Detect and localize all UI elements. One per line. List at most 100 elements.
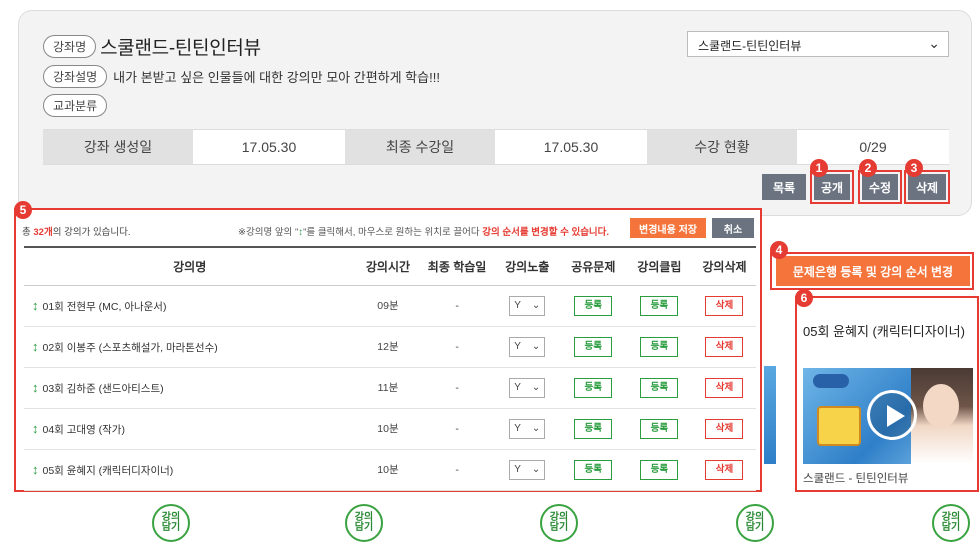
delete-cell: 삭제 <box>692 367 756 409</box>
exposure-cell: Y ⌄ <box>493 408 561 450</box>
delete-cell: 삭제 <box>692 408 756 450</box>
lecture-name-cell: ↕ 01회 전현무 (MC, 아나운서) <box>24 285 356 327</box>
add-lecture-label: 강의담기 <box>549 512 569 533</box>
clip-cell: 등록 <box>625 326 693 368</box>
lecture-name: 03회 김하준 (샌드아티스트) <box>42 382 164 395</box>
course-name-row: 강좌명 스쿨랜드-틴틴인터뷰 <box>43 33 261 60</box>
drag-handle-icon[interactable]: ↕ <box>32 421 39 436</box>
add-lecture-button[interactable]: 강의담기 <box>540 504 578 542</box>
exposure-select[interactable]: Y ⌄ <box>509 418 546 439</box>
lecture-table: 강의명 강의시간 최종 학습일 강의노출 공유문제 강의클립 강의삭제 ↕ 01회… <box>24 246 756 491</box>
clip-register-button[interactable]: 등록 <box>640 377 679 398</box>
presenter-face <box>923 384 959 428</box>
col-header-lecture-clip: 강의클립 <box>625 246 693 286</box>
add-lecture-button[interactable]: 강의담기 <box>345 504 383 542</box>
lecture-name: 02회 이봉주 (스포츠해설가, 마라톤선수) <box>42 341 218 354</box>
lecture-name-cell: ↕ 03회 김하준 (샌드아티스트) <box>24 367 356 409</box>
lecture-delete-button[interactable]: 삭제 <box>705 295 744 316</box>
drag-handle-icon[interactable]: ↕ <box>32 462 39 477</box>
last-study-date: - <box>420 326 494 368</box>
share-register-button[interactable]: 등록 <box>574 336 613 357</box>
last-study-date: - <box>420 408 494 450</box>
share-register-button[interactable]: 등록 <box>574 459 613 480</box>
course-description: 내가 본받고 싶은 인물들에 대한 강의만 모아 간편하게 학습!!! <box>113 70 440 85</box>
lecture-time: 10분 <box>355 449 421 491</box>
course-category-tag: 교과분류 <box>43 94 108 117</box>
created-date-label: 강좌 생성일 <box>43 130 193 164</box>
share-register-button[interactable]: 등록 <box>574 377 613 398</box>
page-root: 강좌명 스쿨랜드-틴틴인터뷰 강좌설명 내가 본받고 싶은 인물들에 대한 강의… <box>0 0 980 552</box>
exposure-value: Y <box>514 300 521 311</box>
col-header-lecture-name: 강의명 <box>24 246 356 286</box>
col-header-lecture-time: 강의시간 <box>355 246 421 286</box>
reorder-hint: ※강의명 앞의 "↕"를 클릭해서, 마우스로 원하는 위치로 끌어다 강의 순… <box>238 224 609 238</box>
share-cell: 등록 <box>560 326 626 368</box>
lecture-delete-button[interactable]: 삭제 <box>705 336 744 357</box>
add-lecture-button[interactable]: 강의담기 <box>152 504 190 542</box>
lecture-preview-card[interactable]: 05회 윤혜지 (캐릭터디자이너) 스쿨랜드 - 틴틴인터뷰 <box>795 296 979 492</box>
exposure-select[interactable]: Y ⌄ <box>509 336 546 357</box>
last-study-date: - <box>420 285 494 327</box>
play-icon[interactable] <box>867 390 917 440</box>
col-header-exposure: 강의노출 <box>493 246 561 286</box>
preview-thumbnail[interactable] <box>803 368 973 464</box>
callout-badge-6: 6 <box>795 289 813 307</box>
share-cell: 등록 <box>560 367 626 409</box>
exposure-value: Y <box>514 464 521 475</box>
lecture-name: 01회 전현무 (MC, 아나운서) <box>42 300 167 313</box>
lecture-delete-button[interactable]: 삭제 <box>705 377 744 398</box>
clip-register-button[interactable]: 등록 <box>640 459 679 480</box>
exposure-select[interactable]: Y ⌄ <box>509 459 546 480</box>
drag-handle-icon[interactable]: ↕ <box>32 298 39 313</box>
add-lecture-button[interactable]: 강의담기 <box>736 504 774 542</box>
add-lecture-label: 강의담기 <box>354 512 374 533</box>
hint-prefix: ※강의명 앞의 " <box>238 227 299 238</box>
clip-cell: 등록 <box>625 408 693 450</box>
share-cell: 등록 <box>560 449 626 491</box>
share-cell: 등록 <box>560 408 626 450</box>
callout-badge-3: 3 <box>905 159 923 177</box>
course-title: 스쿨랜드-틴틴인터뷰 <box>100 38 261 59</box>
drag-handle-icon[interactable]: ↕ <box>32 339 39 354</box>
chevron-down-icon: ⌄ <box>531 382 541 393</box>
list-button[interactable]: 목록 <box>762 174 806 200</box>
lecture-delete-button[interactable]: 삭제 <box>705 459 744 480</box>
total-prefix: 총 <box>22 227 34 238</box>
tv-illustration <box>817 406 861 446</box>
partial-thumbnail <box>764 366 776 464</box>
last-study-date: - <box>420 449 494 491</box>
chevron-down-icon: ⌄ <box>928 35 940 51</box>
add-lecture-button[interactable]: 강의담기 <box>932 504 970 542</box>
chevron-down-icon: ⌄ <box>531 423 541 434</box>
course-select-dropdown[interactable]: 스쿨랜드-틴틴인터뷰 ⌄ <box>687 31 949 57</box>
course-name-tag: 강좌명 <box>43 35 97 58</box>
exposure-cell: Y ⌄ <box>493 285 561 327</box>
preview-title: 05회 윤혜지 (캐릭터디자이너) <box>803 324 965 339</box>
clip-register-button[interactable]: 등록 <box>640 336 679 357</box>
clip-cell: 등록 <box>625 367 693 409</box>
question-bank-reorder-button[interactable]: 문제은행 등록 및 강의 순서 변경 <box>776 256 970 286</box>
channel-logo <box>813 374 849 388</box>
course-desc-tag: 강좌설명 <box>43 65 108 88</box>
cancel-button[interactable]: 취소 <box>712 218 754 238</box>
drag-handle-icon[interactable]: ↕ <box>32 380 39 395</box>
lecture-time: 09분 <box>355 285 421 327</box>
add-lecture-label: 강의담기 <box>941 512 961 533</box>
exposure-value: Y <box>514 341 521 352</box>
preview-caption: 스쿨랜드 - 틴틴인터뷰 <box>803 473 909 485</box>
clip-register-button[interactable]: 등록 <box>640 295 679 316</box>
share-register-button[interactable]: 등록 <box>574 295 613 316</box>
table-row: ↕ 04회 고대영 (작가) 10분 - Y ⌄ 등록 등록 삭제 <box>24 408 756 450</box>
last-study-label: 최종 수강일 <box>345 130 495 164</box>
callout-badge-2: 2 <box>859 159 877 177</box>
table-row: ↕ 02회 이봉주 (스포츠해설가, 마라톤선수) 12분 - Y ⌄ 등록 등록 … <box>24 326 756 368</box>
save-changes-button[interactable]: 변경내용 저장 <box>630 218 706 238</box>
exposure-select[interactable]: Y ⌄ <box>509 377 546 398</box>
table-row: ↕ 03회 김하준 (샌드아티스트) 11분 - Y ⌄ 등록 등록 삭제 <box>24 367 756 409</box>
share-register-button[interactable]: 등록 <box>574 418 613 439</box>
lecture-delete-button[interactable]: 삭제 <box>705 418 744 439</box>
last-study-date: - <box>420 367 494 409</box>
exposure-select[interactable]: Y ⌄ <box>509 295 546 316</box>
clip-cell: 등록 <box>625 285 693 327</box>
clip-register-button[interactable]: 등록 <box>640 418 679 439</box>
